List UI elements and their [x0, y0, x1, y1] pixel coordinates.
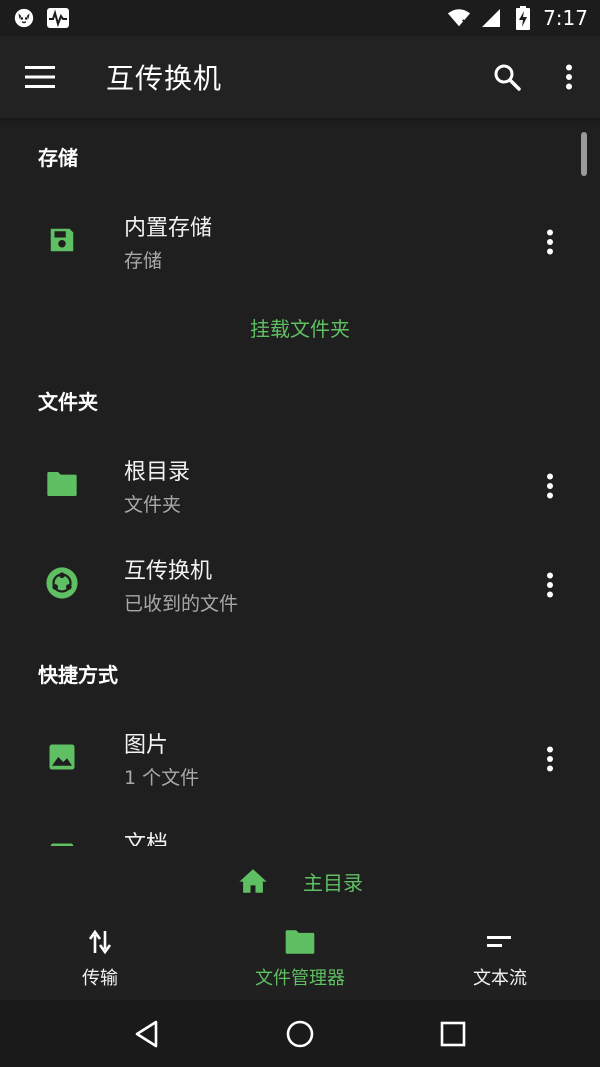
- section-header-folders: 文件夹: [38, 390, 98, 414]
- folder-icon: [284, 926, 316, 958]
- item-more-button[interactable]: [530, 561, 570, 609]
- menu-icon: [25, 66, 55, 88]
- section-header-shortcuts: 快捷方式: [38, 663, 118, 687]
- status-time: 7:17: [543, 6, 588, 30]
- overflow-menu-button[interactable]: [538, 36, 600, 118]
- list-item-title: 文档: [124, 832, 169, 846]
- cat-face-icon: [12, 6, 36, 30]
- list-item-title: 根目录: [124, 460, 191, 485]
- item-more-button[interactable]: [530, 218, 570, 266]
- list-item-documents[interactable]: 文档: [0, 810, 600, 846]
- file-list[interactable]: 存储 内置存储 存储 挂载文件夹 文件夹 根目录 文件夹 互传换机 已收到的文件…: [0, 118, 600, 846]
- app-logo-icon: [44, 565, 80, 601]
- list-item-subtitle: 存储: [124, 250, 163, 272]
- short-text-icon: [484, 926, 516, 958]
- page-title: 互传换机: [106, 62, 223, 95]
- system-recents-button[interactable]: [423, 1004, 483, 1064]
- home-directory-button[interactable]: 主目录: [0, 846, 600, 916]
- back-icon: [135, 1020, 157, 1047]
- nav-item-text-stream[interactable]: 文本流: [400, 916, 600, 1000]
- image-icon: [44, 739, 80, 775]
- status-bar: 7:17: [0, 0, 600, 36]
- recents-icon: [441, 1021, 466, 1046]
- list-item-subtitle: 1 个文件: [124, 767, 200, 789]
- folder-icon: [44, 466, 80, 502]
- nav-label: 文件管理器: [255, 968, 345, 989]
- wifi-icon: [447, 6, 471, 30]
- nav-label: 传输: [82, 968, 118, 989]
- system-navigation-bar: [0, 1000, 600, 1067]
- list-item-title: 图片: [124, 733, 169, 758]
- nav-item-transfer[interactable]: 传输: [0, 916, 200, 1000]
- list-item-images[interactable]: 图片 1 个文件: [0, 711, 600, 807]
- list-item-root-directory[interactable]: 根目录 文件夹: [0, 438, 600, 534]
- nav-item-file-manager[interactable]: 文件管理器: [200, 916, 400, 1000]
- item-more-button[interactable]: [530, 462, 570, 510]
- search-icon: [494, 64, 521, 91]
- section-header-storage: 存储: [38, 146, 78, 170]
- signal-icon: [479, 6, 503, 30]
- bottom-navigation: 传输 文件管理器 文本流: [0, 916, 600, 1000]
- more-vert-icon: [547, 572, 553, 598]
- list-item-subtitle: 已收到的文件: [124, 593, 239, 615]
- pulse-icon: [46, 6, 70, 30]
- more-vert-icon: [547, 746, 553, 772]
- list-item-title: 互传换机: [124, 559, 213, 584]
- home-circle-icon: [286, 1020, 314, 1047]
- home-icon: [237, 865, 269, 897]
- home-directory-label: 主目录: [303, 870, 363, 895]
- list-item-subtitle: 文件夹: [124, 494, 182, 516]
- transfer-arrows-icon: [84, 926, 116, 958]
- nav-label: 文本流: [473, 968, 527, 989]
- more-vert-icon: [547, 229, 553, 255]
- sd-card-icon: [44, 222, 80, 258]
- more-vert-icon: [566, 64, 572, 90]
- search-button[interactable]: [476, 36, 538, 118]
- list-item-title: 内置存储: [124, 216, 213, 241]
- system-back-button[interactable]: [117, 1004, 177, 1064]
- item-more-button[interactable]: [530, 735, 570, 783]
- more-vert-icon: [547, 473, 553, 499]
- menu-button[interactable]: [0, 36, 80, 118]
- list-item-internal-storage[interactable]: 内置存储 存储: [0, 194, 600, 290]
- document-icon: [44, 838, 80, 846]
- list-item-received-files[interactable]: 互传换机 已收到的文件: [0, 537, 600, 633]
- battery-charging-icon: [511, 6, 535, 30]
- system-home-button[interactable]: [270, 1004, 330, 1064]
- app-bar: 互传换机: [0, 36, 600, 118]
- scrollbar[interactable]: [581, 132, 587, 176]
- mount-folder-link[interactable]: 挂载文件夹: [0, 313, 600, 342]
